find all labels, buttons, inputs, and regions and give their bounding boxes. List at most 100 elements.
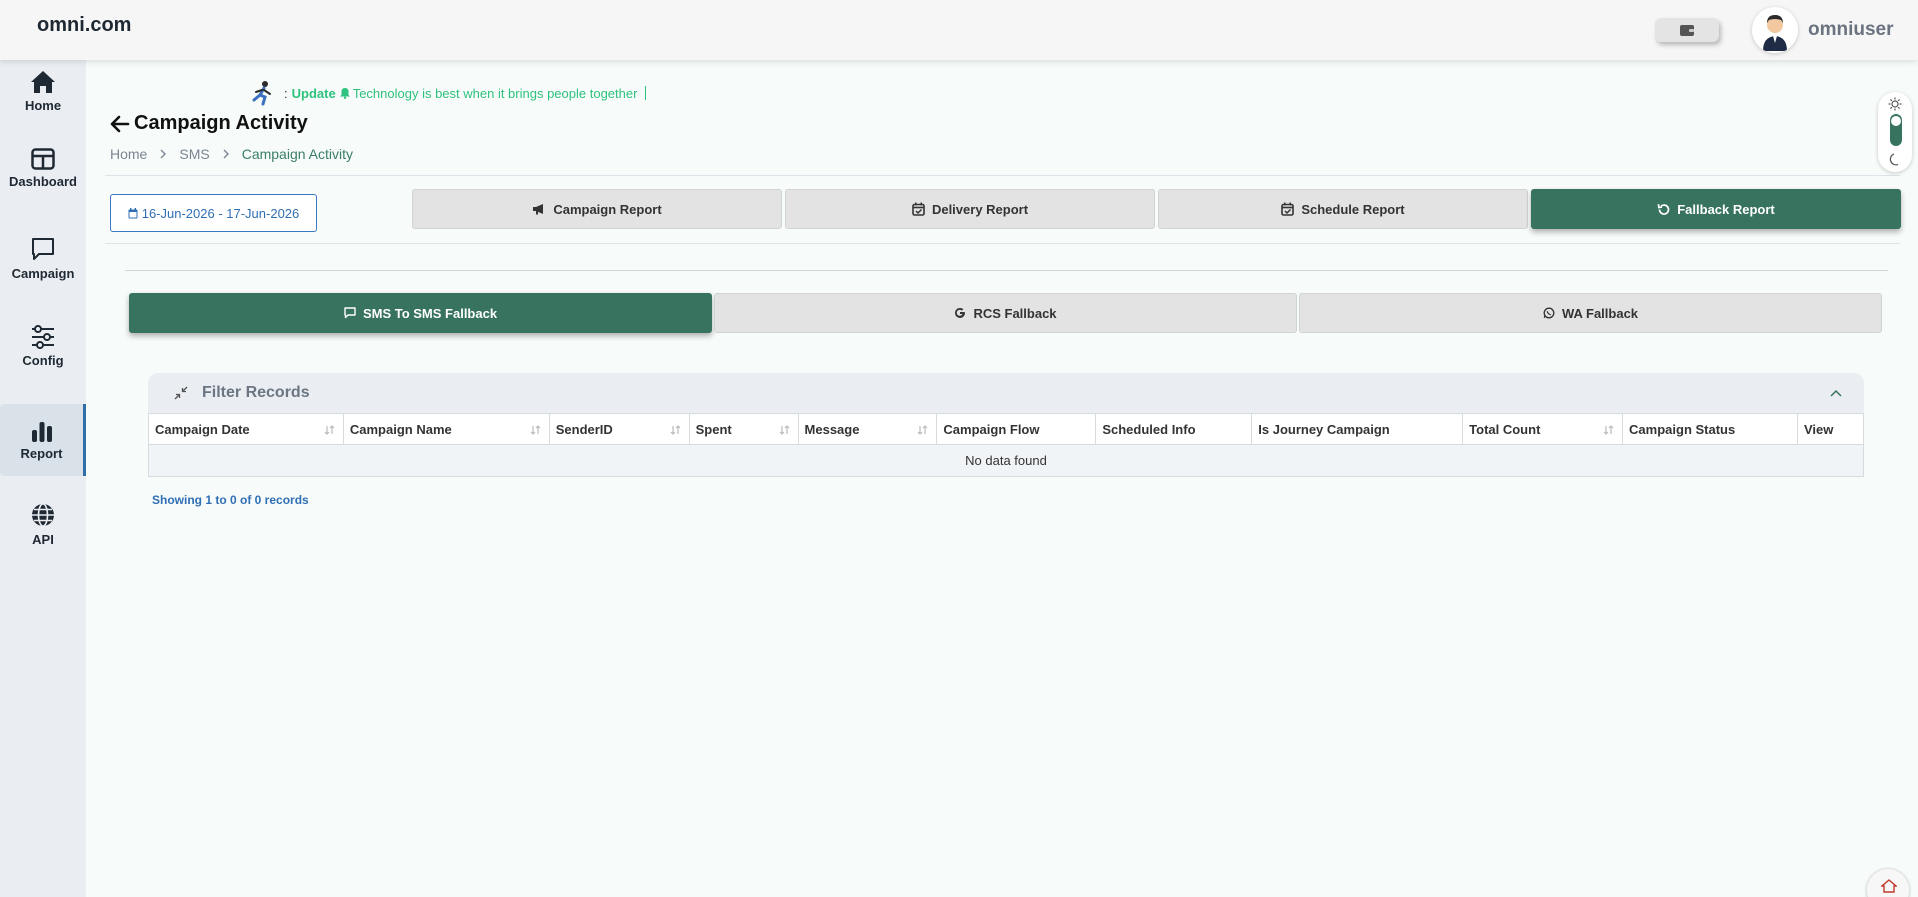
compress-icon[interactable] xyxy=(174,386,188,400)
sidebar-item-label: Config xyxy=(22,353,64,368)
chevron-up-icon[interactable] xyxy=(1830,389,1842,397)
calendar-check-icon xyxy=(1281,202,1295,216)
divider xyxy=(125,270,1888,271)
home-icon xyxy=(1881,879,1897,893)
tab-label: Delivery Report xyxy=(931,201,1029,217)
column-header-campaign-date[interactable]: Campaign Date xyxy=(148,413,344,445)
tab-label: Fallback Report xyxy=(1677,201,1775,217)
records-table: Campaign Date Campaign Name SenderID Spe… xyxy=(148,413,1865,477)
table-header-row: Campaign Date Campaign Name SenderID Spe… xyxy=(148,413,1865,445)
tab-fallback-report[interactable]: Fallback Report xyxy=(1531,189,1901,229)
tab-delivery-report[interactable]: Delivery Report xyxy=(785,189,1155,229)
tab-label: Schedule Report xyxy=(1301,201,1405,217)
filter-records-title: Filter Records xyxy=(202,384,310,401)
page-title: Campaign Activity xyxy=(110,112,308,135)
ticker-prefix: : xyxy=(284,85,288,101)
date-range-picker[interactable]: 16-Jun-2026 - 17-Jun-2026 xyxy=(110,194,317,232)
bar-chart-icon xyxy=(31,421,52,442)
dashboard-icon xyxy=(31,148,55,170)
sort-icon[interactable] xyxy=(1603,423,1614,438)
tab-sms-to-sms-fallback[interactable]: SMS To SMS Fallback xyxy=(129,293,712,333)
column-header-senderid[interactable]: SenderID xyxy=(548,413,690,445)
chevron-right-icon xyxy=(222,149,230,159)
sliders-icon xyxy=(32,325,54,349)
ticker-message: Technology is best when it brings people… xyxy=(352,85,638,101)
filter-records-header[interactable]: Filter Records xyxy=(148,373,1864,413)
sort-icon[interactable] xyxy=(324,423,335,438)
column-header-campaign-status: Campaign Status xyxy=(1622,413,1798,445)
tab-campaign-report[interactable]: Campaign Report xyxy=(412,189,782,229)
back-arrow-icon[interactable] xyxy=(110,115,130,133)
toggle-knob[interactable] xyxy=(1891,116,1901,126)
empty-table-message: No data found xyxy=(148,444,1864,477)
bell-icon xyxy=(339,88,350,99)
top-bar: omni.com omniuser xyxy=(0,0,1918,60)
page-title-text: Campaign Activity xyxy=(134,112,308,134)
breadcrumb-current: Campaign Activity xyxy=(241,146,353,162)
column-header-scheduled-info: Scheduled Info xyxy=(1095,413,1253,445)
username[interactable]: omniuser xyxy=(1808,19,1894,41)
breadcrumb: Home SMS Campaign Activity xyxy=(110,146,353,162)
sidebar-item-home[interactable]: Home xyxy=(0,70,86,130)
sidebar-item-campaign[interactable]: Campaign xyxy=(0,236,86,296)
tab-label: WA Fallback xyxy=(1561,305,1639,321)
sidebar-item-label: Report xyxy=(20,445,63,461)
home-icon xyxy=(31,71,55,93)
tab-label: Campaign Report xyxy=(553,201,662,217)
sidebar-item-config[interactable]: Config xyxy=(0,325,86,385)
calendar-check-icon xyxy=(912,202,925,216)
floating-home-button[interactable] xyxy=(1866,868,1910,897)
divider xyxy=(105,243,1900,244)
divider xyxy=(105,175,1900,176)
sidebar-item-report[interactable]: Report xyxy=(0,404,86,476)
sidebar-item-label: Campaign xyxy=(11,266,75,281)
date-range-value: 16-Jun-2026 - 17-Jun-2026 xyxy=(141,205,300,221)
column-header-spent[interactable]: Spent xyxy=(688,413,799,445)
column-header-view: View xyxy=(1796,413,1865,445)
breadcrumb-home[interactable]: Home xyxy=(110,146,147,162)
sort-icon[interactable] xyxy=(917,423,928,438)
chevron-right-icon xyxy=(159,149,167,159)
theme-toggle[interactable] xyxy=(1878,92,1912,172)
breadcrumb-sms[interactable]: SMS xyxy=(179,146,209,162)
tab-schedule-report[interactable]: Schedule Report xyxy=(1158,189,1528,229)
whatsapp-icon xyxy=(1543,307,1555,319)
tab-label: RCS Fallback xyxy=(973,305,1057,321)
rotate-icon xyxy=(1657,203,1670,215)
wallet-icon xyxy=(1680,25,1694,36)
google-icon xyxy=(955,307,966,318)
sidebar-item-api[interactable]: API xyxy=(0,502,86,562)
sort-icon[interactable] xyxy=(530,423,541,438)
chat-icon xyxy=(32,238,54,260)
column-header-campaign-name[interactable]: Campaign Name xyxy=(342,413,550,445)
megaphone-icon xyxy=(533,204,544,215)
sidebar-item-dashboard[interactable]: Dashboard xyxy=(0,148,86,208)
sort-icon[interactable] xyxy=(670,423,681,438)
pagination-info: Showing 1 to 0 of 0 records xyxy=(152,493,309,507)
ticker-cursor xyxy=(645,86,647,100)
column-header-message[interactable]: Message xyxy=(797,413,938,445)
update-ticker: : Update Technology is best when it brin… xyxy=(250,80,647,106)
tab-wa-fallback[interactable]: WA Fallback xyxy=(1299,293,1882,333)
avatar[interactable] xyxy=(1752,7,1798,53)
tab-label: SMS To SMS Fallback xyxy=(362,305,498,321)
wallet-button[interactable] xyxy=(1655,18,1719,42)
chat-icon xyxy=(344,307,356,319)
calendar-icon xyxy=(128,207,138,218)
sidebar-item-label: API xyxy=(32,532,54,547)
column-header-total-count[interactable]: Total Count xyxy=(1462,413,1624,445)
brand-logo[interactable]: omni.com xyxy=(37,14,131,37)
tab-rcs-fallback[interactable]: RCS Fallback xyxy=(714,293,1297,333)
sidebar-item-label: Dashboard xyxy=(9,174,77,189)
runner-icon xyxy=(252,81,271,106)
table-row: No data found xyxy=(148,444,1864,477)
sidebar: Home Dashboard Campaign Config Report AP… xyxy=(0,60,86,897)
sun-icon[interactable] xyxy=(1888,97,1902,111)
column-header-is-journey-campaign: Is Journey Campaign xyxy=(1251,413,1464,445)
sidebar-item-label: Home xyxy=(24,98,62,113)
globe-icon xyxy=(32,503,54,527)
moon-icon[interactable] xyxy=(1889,153,1902,166)
column-header-campaign-flow: Campaign Flow xyxy=(936,413,1097,445)
ticker-label: Update xyxy=(291,85,336,101)
sort-icon[interactable] xyxy=(779,423,790,438)
